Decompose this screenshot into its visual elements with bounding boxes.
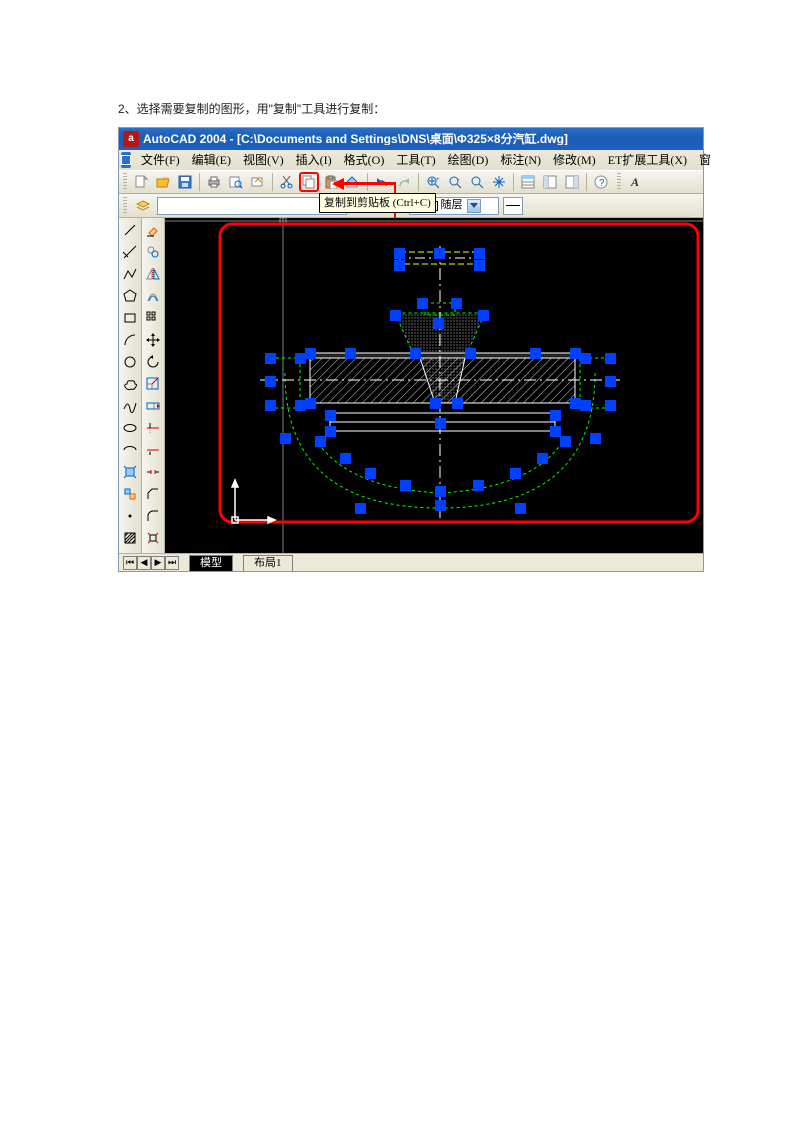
- tab-next-button[interactable]: ▶: [151, 556, 165, 570]
- spline-tool[interactable]: [120, 396, 140, 416]
- design-center-button[interactable]: [540, 172, 560, 192]
- move-tool[interactable]: [143, 330, 163, 350]
- svg-text:?: ?: [599, 178, 605, 189]
- linetype-dropdown[interactable]: [503, 197, 523, 215]
- zoom-window-button[interactable]: -: [445, 172, 465, 192]
- toolbar-grip[interactable]: [617, 173, 621, 191]
- tooltip-shortcut: (Ctrl+C): [393, 197, 431, 209]
- menu-dim[interactable]: 标注(N): [494, 152, 547, 168]
- rectangle-tool[interactable]: [120, 308, 140, 328]
- break-tool[interactable]: [143, 462, 163, 482]
- menu-view[interactable]: 视图(V): [237, 152, 290, 168]
- tab-layout1[interactable]: 布局1: [243, 555, 293, 571]
- polyline-tool[interactable]: [120, 264, 140, 284]
- offset-tool[interactable]: [143, 286, 163, 306]
- mirror-tool[interactable]: [143, 264, 163, 284]
- rotate-tool[interactable]: [143, 352, 163, 372]
- cut-button[interactable]: [277, 172, 297, 192]
- zoom-realtime-button[interactable]: +: [423, 172, 443, 192]
- menu-file[interactable]: 文件(F): [135, 152, 186, 168]
- annotation-arrow: [334, 182, 394, 185]
- toolbar-grip[interactable]: [123, 197, 127, 215]
- scale-tool[interactable]: [143, 374, 163, 394]
- caption: 2、选择需要复制的图形，用"复制"工具进行复制：: [118, 100, 682, 117]
- extend-tool[interactable]: [143, 440, 163, 460]
- copy-button[interactable]: [299, 172, 319, 192]
- stretch-tool[interactable]: [143, 396, 163, 416]
- toolbar-grip[interactable]: [123, 173, 127, 191]
- layout-tabs: ⏮ ◀ ▶ ⏭ 模型 布局1: [119, 553, 703, 571]
- draw-palette: [119, 218, 142, 553]
- menu-insert[interactable]: 插入(I): [290, 152, 338, 168]
- bylayer-label: 随层: [441, 200, 463, 211]
- tab-prev-button[interactable]: ◀: [137, 556, 151, 570]
- svg-text:-: -: [458, 177, 460, 183]
- menu-format[interactable]: 格式(O): [338, 152, 391, 168]
- tool-palette-button[interactable]: [562, 172, 582, 192]
- menubar: 文件(F) 编辑(E) 视图(V) 插入(I) 格式(O) 工具(T) 绘图(D…: [119, 150, 703, 170]
- preview-button[interactable]: [226, 172, 246, 192]
- redo-button[interactable]: [394, 172, 414, 192]
- open-button[interactable]: [153, 172, 173, 192]
- help-button[interactable]: ?: [591, 172, 611, 192]
- hatch-tool[interactable]: [120, 528, 140, 548]
- doc-icon[interactable]: [121, 152, 131, 168]
- polygon-tool[interactable]: [120, 286, 140, 306]
- insert-block-tool[interactable]: [120, 462, 140, 482]
- circle-tool[interactable]: [120, 352, 140, 372]
- tooltip-label: 复制到剪贴板: [324, 197, 390, 209]
- erase-tool[interactable]: [143, 220, 163, 240]
- make-block-tool[interactable]: [120, 484, 140, 504]
- menu-et[interactable]: ET扩展工具(X): [602, 152, 693, 168]
- copy-tool[interactable]: [143, 242, 163, 262]
- props-button[interactable]: [518, 172, 538, 192]
- ellipse-arc-tool[interactable]: [120, 440, 140, 460]
- print-button[interactable]: [204, 172, 224, 192]
- window-title: AutoCAD 2004 - [C:\Documents and Setting…: [143, 133, 568, 145]
- menu-tools[interactable]: 工具(T): [390, 152, 441, 168]
- modify-palette: [142, 218, 165, 553]
- explode-tool[interactable]: [143, 528, 163, 548]
- layer-manager-button[interactable]: [133, 196, 153, 216]
- fillet-tool[interactable]: [143, 506, 163, 526]
- tab-nav: ⏮ ◀ ▶ ⏭: [123, 556, 179, 570]
- tab-first-button[interactable]: ⏮: [123, 556, 137, 570]
- new-button[interactable]: [131, 172, 151, 192]
- line-tool[interactable]: [120, 220, 140, 240]
- menu-modify[interactable]: 修改(M): [547, 152, 602, 168]
- svg-text:+: +: [436, 177, 440, 183]
- construction-line-tool[interactable]: [120, 242, 140, 262]
- app-icon: a: [123, 131, 139, 147]
- save-button[interactable]: [175, 172, 195, 192]
- titlebar: a AutoCAD 2004 - [C:\Documents and Setti…: [119, 128, 703, 150]
- arc-tool[interactable]: [120, 330, 140, 350]
- ellipse-tool[interactable]: [120, 418, 140, 438]
- menu-draw[interactable]: 绘图(D): [442, 152, 495, 168]
- chamfer-tool[interactable]: [143, 484, 163, 504]
- tooltip-copy: 复制到剪贴板 (Ctrl+C): [319, 193, 436, 213]
- drawing-canvas[interactable]: [165, 218, 703, 553]
- array-tool[interactable]: [143, 308, 163, 328]
- pan-button[interactable]: [489, 172, 509, 192]
- revcloud-tool[interactable]: [120, 374, 140, 394]
- menu-edit[interactable]: 编辑(E): [186, 152, 237, 168]
- tab-model[interactable]: 模型: [189, 555, 233, 571]
- point-tool[interactable]: [120, 506, 140, 526]
- standard-toolbar: + - ? A 复制到剪贴板 (Ctrl+C): [119, 170, 703, 194]
- publish-button[interactable]: [248, 172, 268, 192]
- zoom-prev-button[interactable]: [467, 172, 487, 192]
- menu-window[interactable]: 窗: [693, 152, 717, 168]
- autocad-window: a AutoCAD 2004 - [C:\Documents and Setti…: [118, 127, 704, 572]
- tab-last-button[interactable]: ⏭: [165, 556, 179, 570]
- workarea: [119, 218, 703, 553]
- trim-tool[interactable]: [143, 418, 163, 438]
- text-style-button[interactable]: A: [625, 172, 645, 192]
